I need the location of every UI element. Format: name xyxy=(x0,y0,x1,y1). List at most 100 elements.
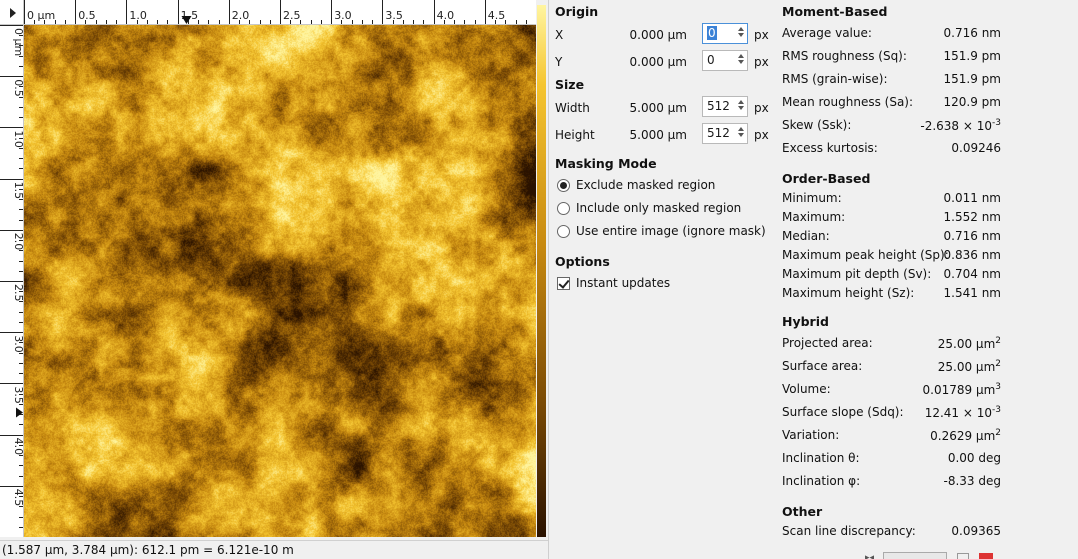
origin-x-px-spinner[interactable]: 0 xyxy=(702,23,748,44)
order-stat-value: 0.011 nm xyxy=(879,191,1001,205)
mask-include-radio[interactable] xyxy=(557,202,570,215)
vruler-label: 0.5 xyxy=(12,79,24,97)
hybrid-stat-value-text: 25.00 µm xyxy=(937,360,996,374)
moment-stat-label: Excess kurtosis: xyxy=(782,141,878,155)
vruler-label: 2.5 xyxy=(12,284,24,302)
hybrid-stat-value-text: 12.41 × 10 xyxy=(924,406,993,420)
instant-updates-checkbox[interactable] xyxy=(557,277,570,290)
moment-stat-value-text: -2.638 × 10 xyxy=(920,119,993,133)
hruler-label: 4.0 xyxy=(437,9,455,22)
order-stat-label: Maximum: xyxy=(782,210,846,224)
moment-stat-value: 0.716 nm xyxy=(879,26,1001,40)
origin-x-px-text: 0 xyxy=(707,26,717,40)
size-width-label: Width xyxy=(555,101,590,115)
clipped-field[interactable] xyxy=(883,552,947,559)
vruler-label: 1.5 xyxy=(12,182,24,200)
order-stat-value-text: 0.704 nm xyxy=(943,267,1001,281)
clipped-red-button[interactable] xyxy=(979,553,993,559)
hybrid-stat-value-text: 0.2629 µm xyxy=(930,429,996,443)
size-width-px-spinner[interactable]: 512 xyxy=(702,96,748,117)
hruler-label: 3.0 xyxy=(334,9,352,22)
vruler-label: 1.0 xyxy=(12,130,24,148)
hybrid-stat-label: Inclination φ: xyxy=(782,474,861,488)
statistics-panel: Origin X 0.000 µm 0 px Y 0.000 µm 0 px S… xyxy=(548,0,1078,559)
vruler-label: 2.0 xyxy=(12,233,24,251)
instant-updates-label[interactable]: Instant updates xyxy=(576,276,670,290)
mask-exclude-radio[interactable] xyxy=(557,179,570,192)
vruler-label: 4.0 xyxy=(12,438,24,456)
masking-section-title: Masking Mode xyxy=(555,156,657,171)
hybrid-stat-label: Inclination θ: xyxy=(782,451,860,465)
triangle-right-icon xyxy=(10,8,16,18)
moment-stat-value-text: 151.9 pm xyxy=(943,49,1001,63)
spinner-arrows-icon[interactable] xyxy=(736,52,746,69)
size-width-unit: px xyxy=(754,101,769,115)
order-stat-value-text: 0.011 nm xyxy=(943,191,1001,205)
origin-section-title: Origin xyxy=(555,4,599,19)
size-width-value: 5.000 µm xyxy=(629,101,688,115)
moment-stat-value: -2.638 × 10-3 xyxy=(879,118,1001,133)
size-height-label: Height xyxy=(555,128,595,142)
order-stat-value: 0.836 nm xyxy=(879,248,1001,262)
mask-ignore-label[interactable]: Use entire image (ignore mask) xyxy=(576,224,766,238)
hybrid-stat-label: Surface area: xyxy=(782,359,863,373)
spinner-arrows-icon[interactable] xyxy=(736,25,746,42)
moment-stat-value-text: 0.716 nm xyxy=(943,26,1001,40)
order-stat-value-text: 1.552 nm xyxy=(943,210,1001,224)
hybrid-stat-value: 0.01789 µm3 xyxy=(879,382,1002,397)
hybrid-stat-value-text: 0.01789 µm xyxy=(922,383,996,397)
mask-include-label[interactable]: Include only masked region xyxy=(576,201,741,215)
order-stat-value: 1.541 nm xyxy=(879,286,1001,300)
size-width-px-text: 512 xyxy=(707,99,730,113)
size-height-px-spinner[interactable]: 512 xyxy=(702,123,748,144)
vruler-label: 4.5 xyxy=(12,489,24,507)
ruler-corner-menu-button[interactable] xyxy=(0,0,24,25)
size-height-unit: px xyxy=(754,128,769,142)
mask-exclude-label[interactable]: Exclude masked region xyxy=(576,178,715,192)
hybrid-stat-label: Variation: xyxy=(782,428,840,442)
origin-y-label: Y xyxy=(555,55,563,69)
moment-section-title: Moment-Based xyxy=(782,4,888,19)
order-stat-value: 1.552 nm xyxy=(879,210,1001,224)
moment-stat-value-text: 151.9 pm xyxy=(943,72,1001,86)
hybrid-stat-value: 0.00 deg xyxy=(879,451,1001,465)
mask-ignore-radio[interactable] xyxy=(557,225,570,238)
hybrid-stat-value: 0.2629 µm2 xyxy=(879,428,1001,443)
afm-height-map[interactable] xyxy=(24,25,536,537)
moment-stat-value: 120.9 pm xyxy=(879,95,1001,109)
order-section-title: Order-Based xyxy=(782,171,871,186)
vruler-label: 3.0 xyxy=(12,335,24,353)
hybrid-stat-value-text: 25.00 µm xyxy=(937,337,996,351)
hruler-label: 2.0 xyxy=(232,9,250,22)
origin-y-px-text: 0 xyxy=(707,53,715,67)
spinner-arrows-icon[interactable] xyxy=(736,125,746,142)
other-stat-value-text: 0.09365 xyxy=(951,524,1001,538)
cursor-status-bar: (1.587 µm, 3.784 µm): 612.1 pm = 6.121e-… xyxy=(0,540,548,559)
hybrid-stat-value: 25.00 µm2 xyxy=(879,359,1001,374)
horizontal-ruler: 0 µm 0.5 1.0 1.5 2.0 2.5 3.0 3.5 4.0 4.5 xyxy=(24,0,536,25)
arrows-icon: ▸◂ xyxy=(865,553,875,559)
image-viewer[interactable]: 0 µm 0.5 1.0 1.5 2.0 2.5 3.0 3.5 4.0 4.5 0 µm 0.5 1… xyxy=(0,0,548,559)
origin-x-unit: px xyxy=(754,28,769,42)
moment-stat-value: 151.9 pm xyxy=(879,72,1001,86)
origin-x-value: 0.000 µm xyxy=(629,28,688,42)
origin-y-px-spinner[interactable]: 0 xyxy=(702,50,748,71)
hybrid-stat-value-exponent: 2 xyxy=(995,359,1001,369)
moment-stat-label: RMS (grain-wise): xyxy=(782,72,888,86)
hybrid-section-title: Hybrid xyxy=(782,314,829,329)
origin-x-label: X xyxy=(555,28,564,42)
clipped-button[interactable] xyxy=(957,553,969,559)
moment-stat-value-text: 0.09246 xyxy=(951,141,1001,155)
hybrid-stat-value: -8.33 deg xyxy=(879,474,1001,488)
hruler-label: 1.5 xyxy=(181,9,199,22)
order-stat-value-text: 1.541 nm xyxy=(943,286,1001,300)
hybrid-stat-value-exponent: 2 xyxy=(995,336,1001,346)
spinner-arrows-icon[interactable] xyxy=(736,98,746,115)
order-stat-value: 0.704 nm xyxy=(879,267,1001,281)
hruler-label: 1.0 xyxy=(129,9,147,22)
false-color-bar xyxy=(537,5,546,537)
order-stat-label: Minimum: xyxy=(782,191,842,205)
size-height-value: 5.000 µm xyxy=(629,128,688,142)
moment-stat-label: Skew (Ssk): xyxy=(782,118,852,132)
cursor-y-marker-icon xyxy=(16,407,23,418)
